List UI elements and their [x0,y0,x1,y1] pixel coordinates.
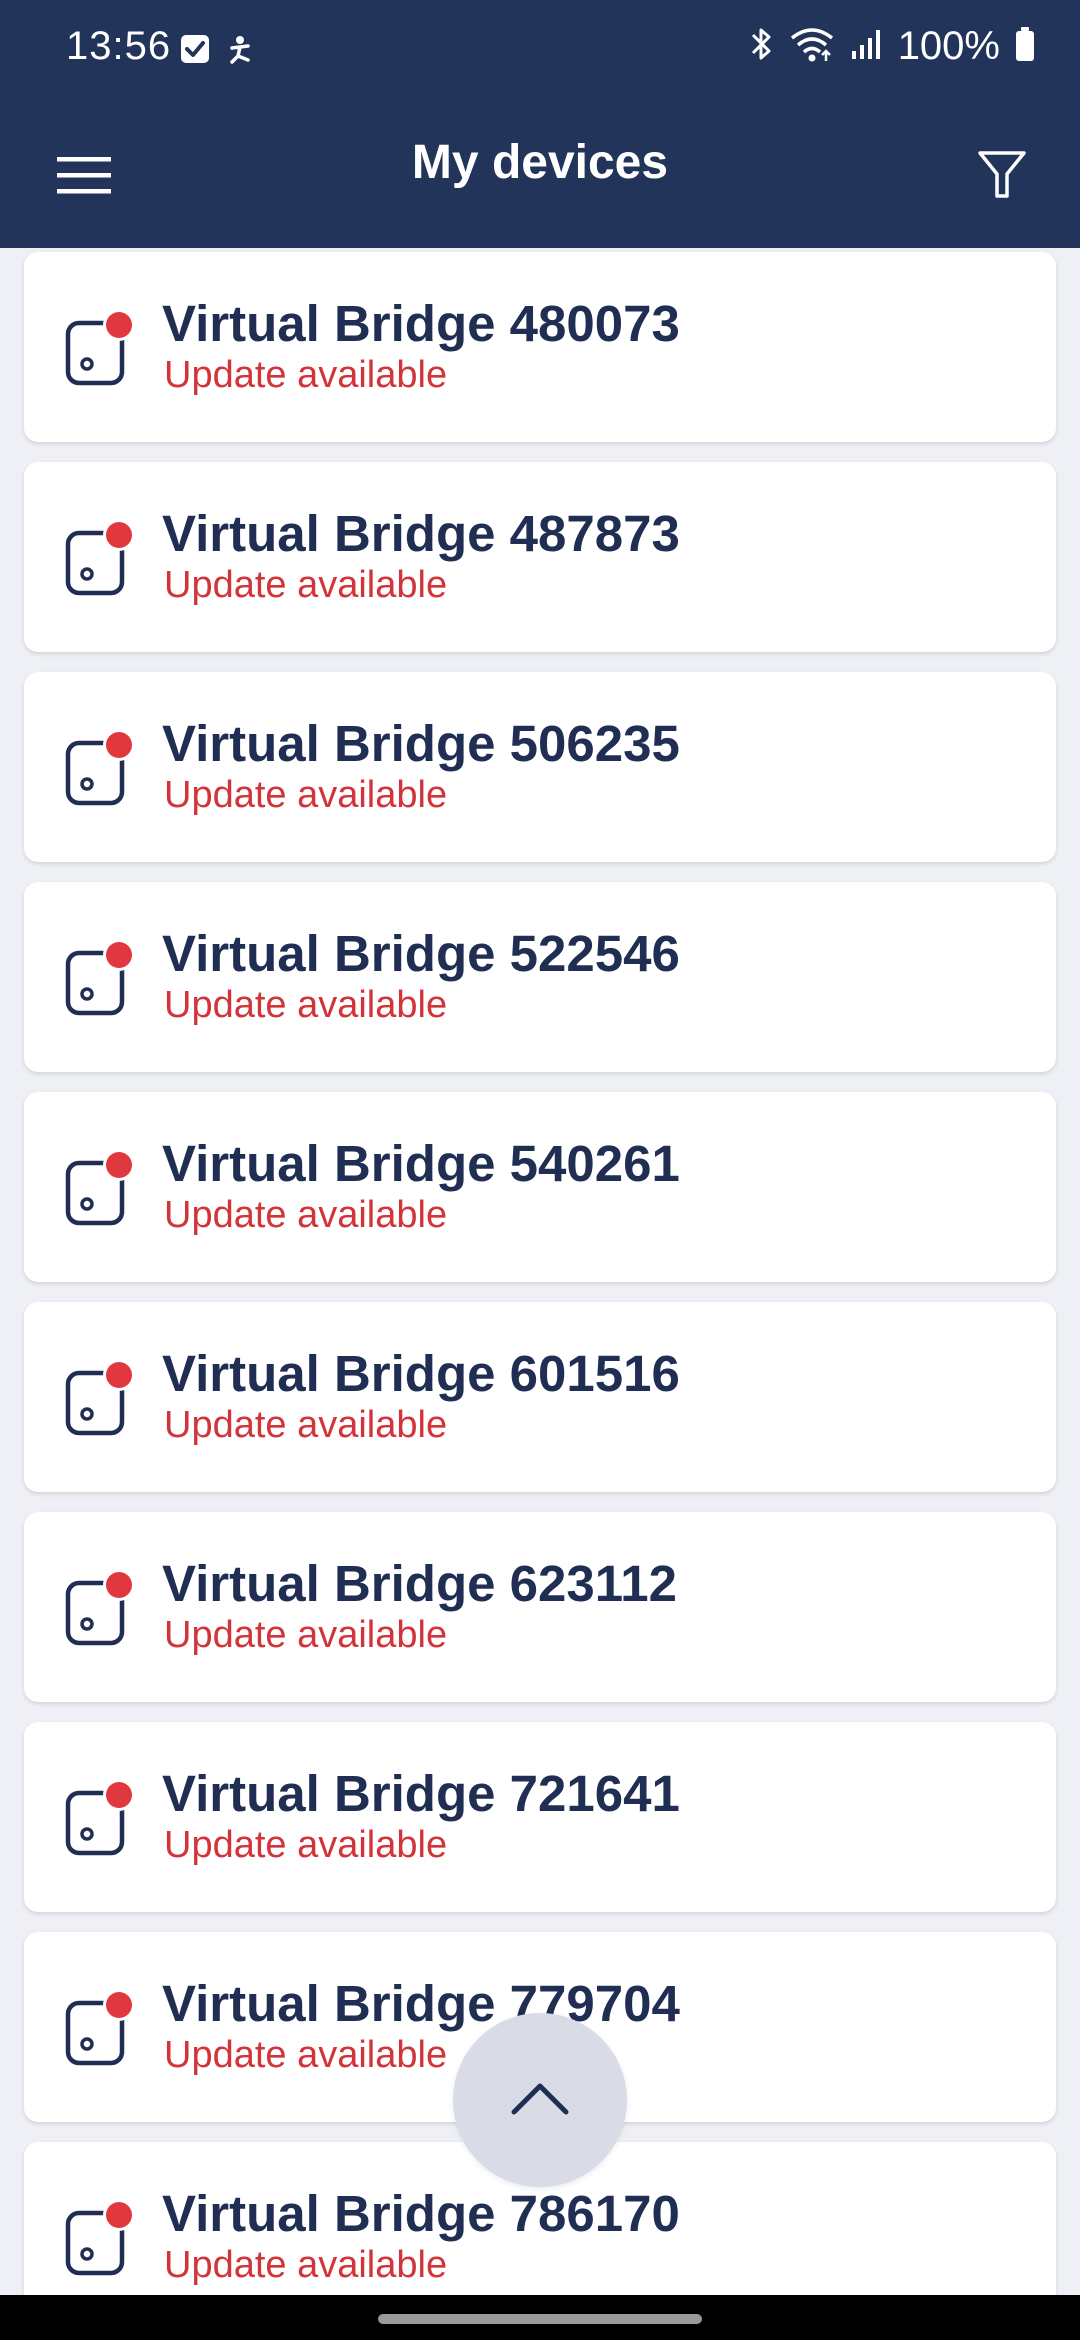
device-status: Update available [164,564,448,606]
device-name: Virtual Bridge 480073 [162,295,680,352]
device-name: Virtual Bridge 522546 [162,925,680,982]
status-bar: 13:56 100% [0,0,1080,105]
bridge-device-icon [60,935,160,1035]
bridge-device-icon [60,1985,160,2085]
bridge-device-icon [60,1565,160,1665]
device-status: Update available [164,2244,448,2286]
device-name: Virtual Bridge 623112 [162,1555,678,1612]
device-card[interactable]: Virtual Bridge 506235 Update available [24,672,1056,862]
device-status: Update available [164,1404,448,1446]
wifi-icon [788,25,836,68]
device-name: Virtual Bridge 487873 [162,505,680,562]
bridge-device-icon [60,1355,160,1455]
filter-button[interactable] [958,133,1046,221]
status-time: 13:56 [66,24,172,68]
device-card[interactable]: Virtual Bridge 522546 Update available [24,882,1056,1072]
battery-percent: 100% [897,24,1000,68]
device-card[interactable]: Virtual Bridge 721641 Update available [24,1722,1056,1912]
chevron-up-icon [508,2078,572,2123]
filter-icon [977,150,1027,205]
device-name: Virtual Bridge 506235 [162,715,680,772]
device-name: Virtual Bridge 601516 [162,1345,680,1402]
system-navigation-bar [0,2295,1080,2340]
device-list[interactable]: Virtual Bridge 480073 Update available V… [0,250,1080,2295]
device-status: Update available [164,774,448,816]
scroll-to-top-button[interactable] [453,2013,627,2187]
device-status: Update available [164,1194,448,1236]
device-card[interactable]: Virtual Bridge 623112 Update available [24,1512,1056,1702]
device-name: Virtual Bridge 786170 [162,2185,680,2242]
bridge-device-icon [60,515,160,615]
bridge-device-icon [60,305,160,405]
signal-icon [850,27,884,66]
device-status: Update available [164,2034,448,2076]
device-card[interactable]: Virtual Bridge 487873 Update available [24,462,1056,652]
app-bar: My devices [0,105,1080,248]
device-status: Update available [164,984,448,1026]
bridge-device-icon [60,1775,160,1875]
device-status: Update available [164,1614,448,1656]
device-name: Virtual Bridge 721641 [162,1765,680,1822]
accessibility-icon [224,34,256,71]
device-name: Virtual Bridge 540261 [162,1135,680,1192]
device-status: Update available [164,354,448,396]
bridge-device-icon [60,725,160,825]
device-card[interactable]: Virtual Bridge 601516 Update available [24,1302,1056,1492]
bluetooth-icon [748,25,774,68]
device-name: Virtual Bridge 779704 [162,1975,680,2032]
checkbox-notification-icon [180,34,210,71]
device-status: Update available [164,1824,448,1866]
app-header: 13:56 100% My devices [0,0,1080,248]
bridge-device-icon [60,1145,160,1245]
home-gesture-handle[interactable] [378,2314,702,2324]
device-card[interactable]: Virtual Bridge 480073 Update available [24,252,1056,442]
bridge-device-icon [60,2195,160,2295]
battery-icon [1014,26,1036,67]
device-card[interactable]: Virtual Bridge 540261 Update available [24,1092,1056,1282]
page-title: My devices [411,136,669,189]
